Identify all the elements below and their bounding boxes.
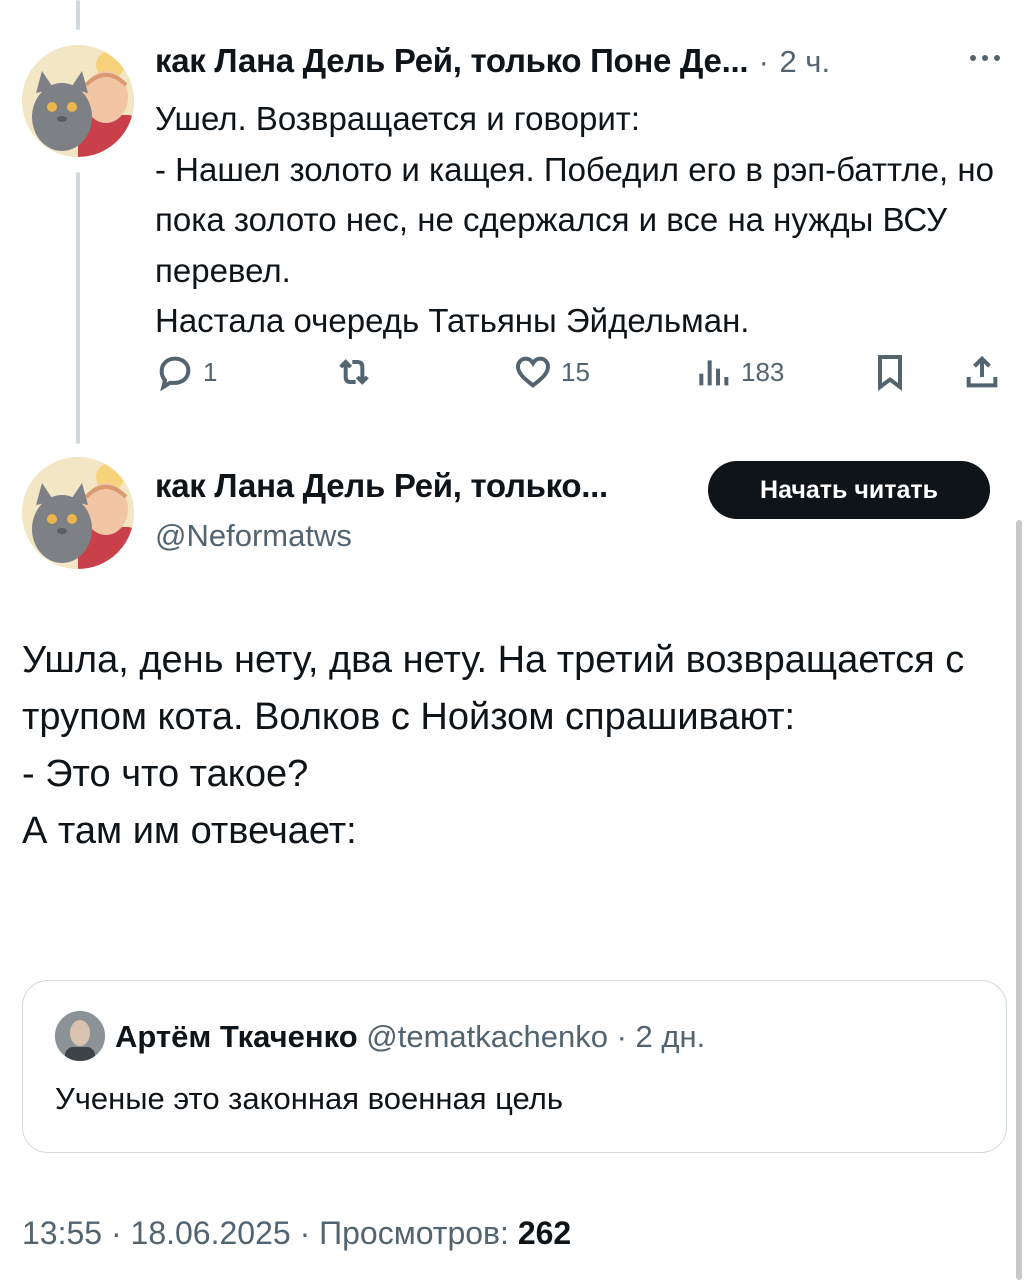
quote-author-handle: @tematkachenko (366, 1019, 608, 1054)
retweet-button[interactable] (333, 352, 383, 392)
thread-line-top (76, 0, 80, 30)
views-button[interactable]: 183 (693, 352, 784, 392)
thread-line-middle (76, 172, 80, 444)
reply-count: 1 (203, 356, 218, 387)
author-handle[interactable]: @Neformatws (155, 518, 352, 554)
share-icon (966, 355, 998, 388)
views-count: 183 (741, 356, 785, 387)
quoted-tweet[interactable]: Артём Ткаченко @tematkachenko · 2 дн. Уч… (22, 980, 1007, 1153)
views-icon (699, 360, 729, 386)
post-time[interactable]: 13:55 (22, 1215, 102, 1251)
retweet-icon (339, 359, 369, 385)
avatar[interactable] (22, 45, 134, 157)
follow-button[interactable]: Начать читать (708, 461, 990, 519)
tweet-text: Ушел. Возвращается и говорит: - Нашел зо… (155, 100, 994, 339)
author-name[interactable]: как Лана Дель Рей, только Поне Де... (155, 42, 749, 79)
bookmark-button[interactable] (870, 352, 910, 392)
separator: · (616, 1019, 627, 1054)
like-icon (515, 356, 551, 388)
quote-timestamp: 2 дн. (635, 1019, 706, 1054)
views-label: Просмотров: (319, 1215, 509, 1251)
share-button[interactable] (962, 352, 1002, 392)
timestamp[interactable]: 2 ч. (779, 44, 830, 79)
quote-author-name: Артём Ткаченко (115, 1019, 358, 1054)
quote-header: Артём Ткаченко @tematkachenko · 2 дн. (115, 1019, 705, 1055)
separator: · (110, 1215, 122, 1251)
reply-button[interactable]: 1 (155, 352, 217, 392)
views-total: 262 (517, 1215, 572, 1251)
like-button[interactable]: 15 (513, 352, 590, 392)
separator: · (758, 44, 769, 79)
reply-icon (159, 356, 191, 392)
quote-avatar (55, 1011, 105, 1061)
more-icon[interactable] (968, 50, 1002, 68)
like-count: 15 (561, 356, 590, 387)
tweet1-header: как Лана Дель Рей, только Поне Де... · 2… (155, 42, 910, 80)
separator: · (299, 1215, 311, 1251)
quote-text: Ученые это законная военная цель (55, 1081, 564, 1116)
scrollbar[interactable] (1016, 520, 1022, 1280)
avatar[interactable] (22, 457, 134, 569)
author-name[interactable]: как Лана Дель Рей, только... (155, 467, 608, 505)
tweet-text: Ушла, день нету, два нету. На третий воз… (22, 639, 965, 852)
bookmark-icon (878, 355, 902, 391)
post-date[interactable]: 18.06.2025 (131, 1215, 291, 1251)
tweet-meta: 13:55 · 18.06.2025 · Просмотров: 262 (22, 1215, 571, 1252)
action-bar: 1 15 183 (0, 352, 1030, 402)
